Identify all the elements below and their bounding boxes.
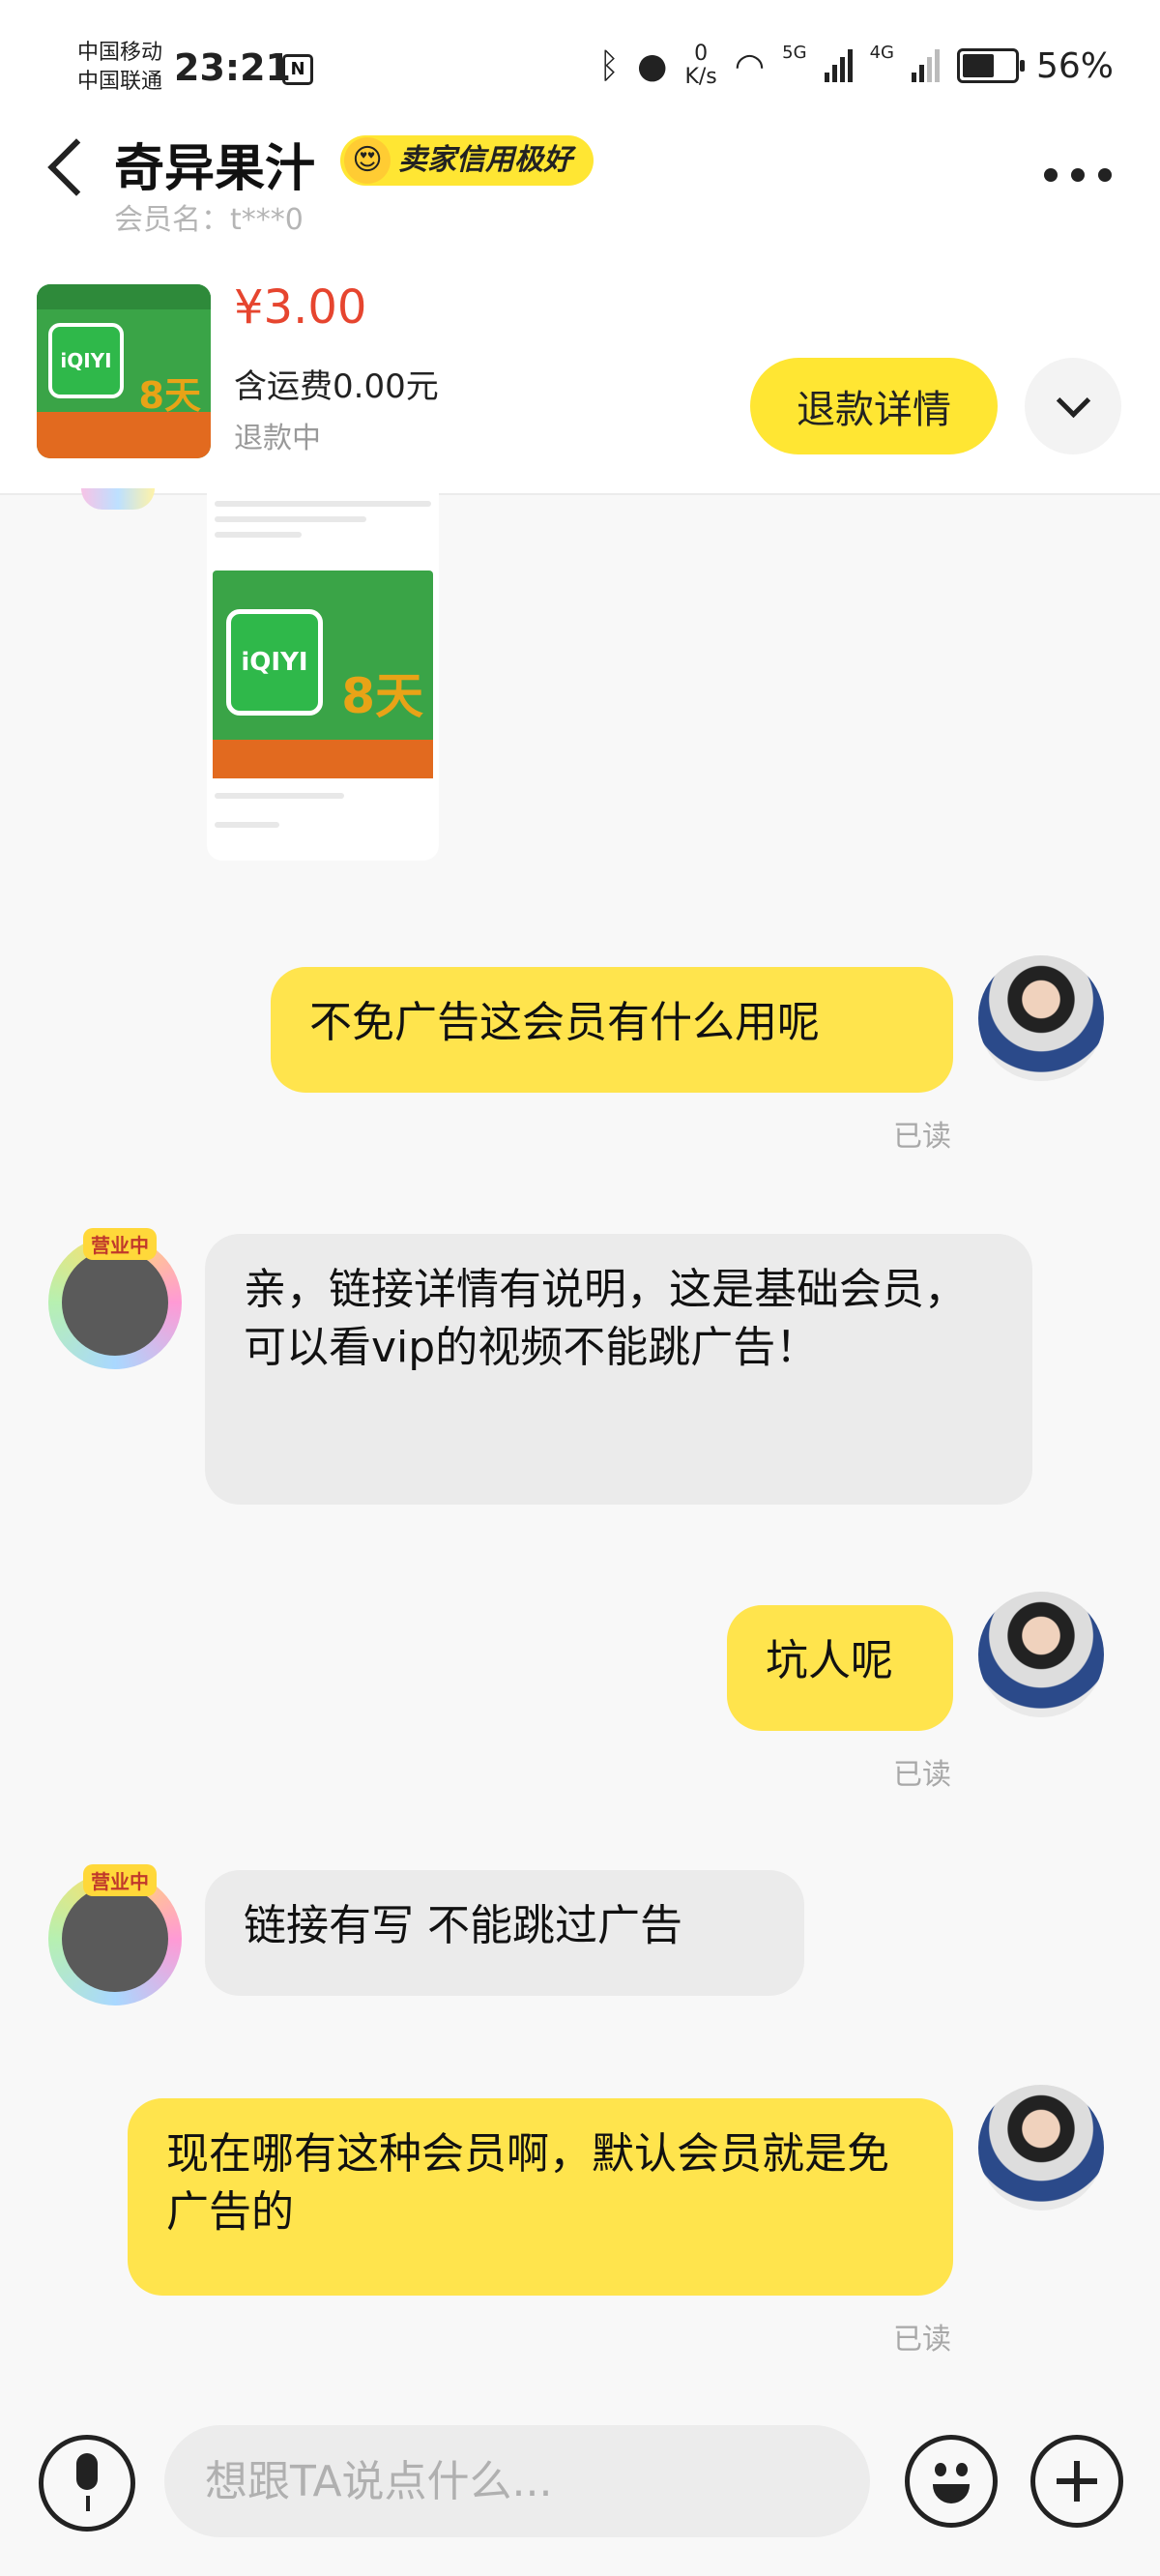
read-receipt: 已读 [893,2323,951,2356]
seller-avatar-partial [81,488,155,510]
message-bubble-incoming[interactable]: 链接有写 不能跳过广告 [205,1870,804,1996]
shared-product-screenshot[interactable]: iQIYI 8天 [207,493,439,861]
my-avatar[interactable] [978,1592,1104,1717]
expand-button[interactable] [1025,358,1121,454]
net-4g-label: 4G [869,43,894,63]
seller-avatar[interactable]: 营业中 [44,1228,189,1373]
seller-avatar[interactable]: 营业中 [44,1864,189,2009]
net-speed: 0 K/s [684,42,717,89]
my-avatar[interactable] [978,2085,1104,2210]
emoji-icon[interactable] [905,2435,998,2528]
back-arrow-icon[interactable] [47,138,105,196]
signal-5g-icon [824,49,853,82]
input-bar [0,2388,1160,2576]
days-label-large: 8天 [341,668,423,724]
product-card[interactable]: iQIYI 8天 ¥3.00 含运费0.00元 退款中 退款详情 [0,280,1160,495]
read-receipt: 已读 [893,1120,951,1154]
bluetooth-icon: ᛒ [598,45,621,86]
seller-credit-badge: 😍 卖家信用极好 [340,135,594,186]
open-status-tag: 营业中 [83,1228,157,1260]
shipping-fee: 含运费0.00元 [234,367,439,406]
open-status-tag: 营业中 [83,1864,157,1896]
status-icons: ᛒ ● 0 K/s ◠ 5G 4G 56% [598,43,1114,89]
shop-name: 奇异果汁 [114,140,316,198]
carrier-2: 中国联通 [77,70,163,94]
status-bar: 中国移动 中国联通 23:21 N ᛒ ● 0 K/s ◠ 5G 4G 56% [0,0,1160,126]
product-price: ¥3.00 [234,280,367,335]
carrier-labels: 中国移动 中国联通 [77,39,162,97]
location-icon: ● [637,45,668,86]
product-thumbnail[interactable]: iQIYI 8天 [37,284,211,458]
status-time: 23:21 [174,46,291,89]
signal-4g-icon [911,49,940,82]
message-bubble-outgoing[interactable]: 现在哪有这种会员啊，默认会员就是免广告的 [128,2098,953,2296]
message-input[interactable] [164,2425,870,2537]
message-bubble-outgoing[interactable]: 不免广告这会员有什么用呢 [271,967,953,1093]
chat-header: 奇异果汁 😍 卖家信用极好 会员名：t***0 [0,126,1160,280]
net-5g-label: 5G [782,43,807,63]
refund-details-button[interactable]: 退款详情 [750,358,998,454]
chevron-down-icon [1056,383,1091,419]
my-avatar[interactable] [978,955,1104,1081]
more-options-icon[interactable] [1044,168,1112,182]
nfc-icon: N [282,54,313,85]
member-name: 会员名：t***0 [114,203,304,237]
wifi-icon: ◠ [734,45,766,86]
read-receipt: 已读 [893,1758,951,1792]
iqiyi-logo-large: iQIYI [226,609,323,716]
message-bubble-outgoing[interactable]: 坑人呢 [727,1605,953,1731]
order-status: 退款中 [234,422,321,455]
iqiyi-logo: iQIYI [48,323,124,398]
microphone-icon[interactable] [39,2435,135,2532]
star-eyes-icon: 😍 [344,137,391,184]
message-bubble-incoming[interactable]: 亲，链接详情有说明，这是基础会员，可以看vip的视频不能跳广告！ [205,1234,1032,1505]
thumb-days: 8天 [138,374,201,417]
carrier-1: 中国移动 [77,41,163,65]
battery-icon [956,48,1025,83]
plus-icon[interactable] [1030,2435,1123,2528]
battery-percent: 56% [1035,45,1114,86]
